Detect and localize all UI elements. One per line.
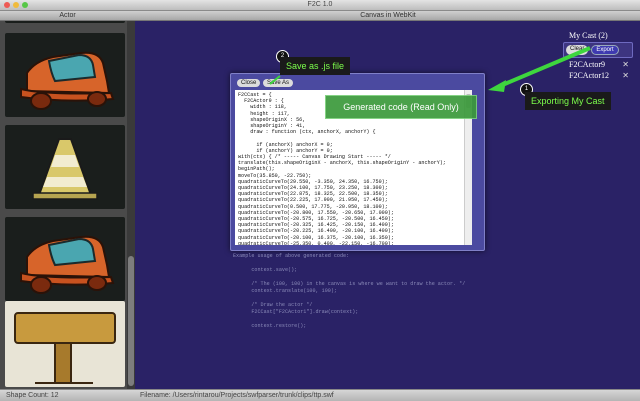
status-bar: Shape Count: 12 Filename: /Users/rintaro… bbox=[0, 389, 640, 401]
arrow-head-icon bbox=[488, 80, 506, 92]
usage-text: Example usage of above generated code: c… bbox=[233, 253, 466, 329]
arrow-to-dialog bbox=[499, 46, 591, 88]
arrow-to-save bbox=[269, 75, 281, 85]
usage-example: Example usage of above generated code: c… bbox=[233, 253, 493, 330]
annotation-arrows bbox=[269, 46, 591, 92]
filename-label: Filename: /Users/rintarou/Projects/swfpa… bbox=[140, 392, 334, 399]
shape-count: Shape Count: 12 bbox=[6, 392, 59, 399]
